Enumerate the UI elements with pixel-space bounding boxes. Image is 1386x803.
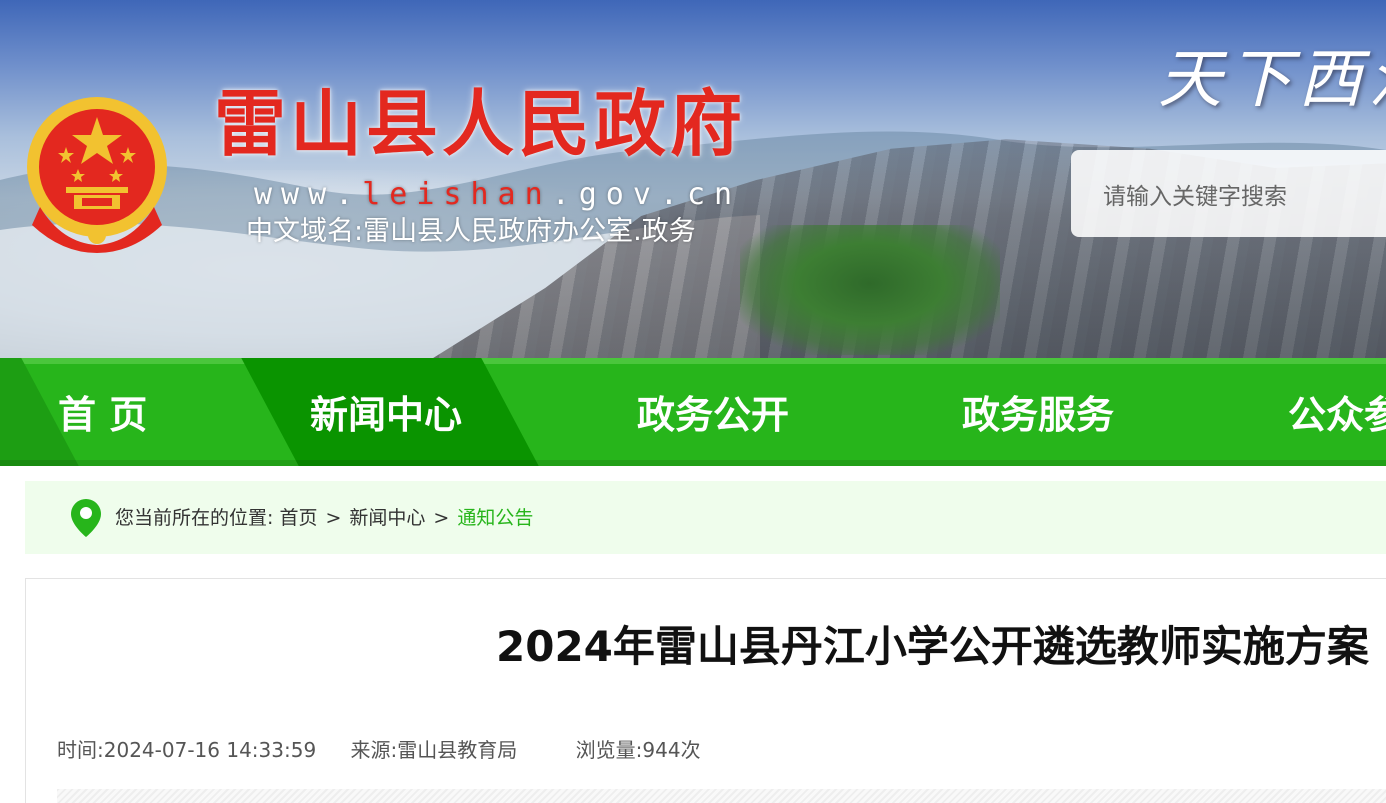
meta-time-label: 时间:	[57, 738, 104, 762]
banner-trees	[740, 225, 1000, 355]
breadcrumb: 您当前所在的位置: 首页 > 新闻中心 > 通知公告	[25, 481, 1386, 554]
site-title: 雷山县人民政府	[214, 81, 747, 166]
domain-prefix: www.	[254, 177, 363, 212]
breadcrumb-news-center-link[interactable]: 新闻中心	[349, 507, 425, 529]
article-panel: 2024年雷山县丹江小学公开遴选教师实施方案 时间:2024-07-16 14:…	[25, 578, 1386, 803]
meta-views: 944次	[642, 738, 701, 762]
breadcrumb-separator: >	[325, 507, 342, 529]
main-nav: 首 页 新闻中心 政务公开 政务服务 公众参与	[0, 358, 1386, 466]
breadcrumb-separator: >	[433, 507, 450, 529]
article-title: 2024年雷山县丹江小学公开遴选教师实施方案	[496, 622, 1369, 671]
nav-item-gov-services[interactable]: 政务服务	[962, 390, 1114, 440]
nav-item-gov-affairs-open[interactable]: 政务公开	[637, 390, 789, 440]
location-pin-icon	[71, 499, 101, 537]
article-meta: 时间:2024-07-16 14:33:59 来源:雷山县教育局 浏览量:944…	[57, 737, 701, 763]
chinese-domain-name: 中文域名:雷山县人民政府办公室.政务	[246, 216, 696, 247]
nav-top-stripe	[0, 358, 1386, 364]
nav-item-home[interactable]: 首 页	[58, 390, 147, 440]
article-divider	[57, 789, 1386, 803]
domain-highlight: leishan	[362, 177, 552, 212]
meta-source: 雷山县教育局	[397, 738, 518, 762]
breadcrumb-text: 您当前所在的位置: 首页 > 新闻中心 > 通知公告	[115, 505, 533, 531]
breadcrumb-home-link[interactable]: 首页	[279, 507, 317, 529]
nav-item-news-center[interactable]: 新闻中心	[310, 390, 462, 440]
breadcrumb-current-notice[interactable]: 通知公告	[457, 507, 533, 529]
search-input[interactable]: 请输入关键字搜索	[1071, 150, 1386, 237]
meta-views-label: 浏览量:	[575, 738, 643, 762]
nav-bottom-shadow	[0, 460, 1386, 466]
meta-time: 2024-07-16 14:33:59	[103, 738, 317, 762]
breadcrumb-prefix: 您当前所在的位置:	[115, 507, 274, 529]
nav-item-public-participation[interactable]: 公众参与	[1288, 390, 1386, 440]
meta-source-label: 来源:	[350, 738, 398, 762]
domain-suffix: .gov.cn	[551, 177, 742, 212]
banner-slogan: 天下西江	[1158, 43, 1386, 117]
site-banner: 雷山县人民政府 www.leishan.gov.cn 中文域名:雷山县人民政府办…	[0, 0, 1386, 360]
national-emblem-icon	[27, 97, 167, 253]
site-domain: www.leishan.gov.cn	[254, 180, 741, 210]
